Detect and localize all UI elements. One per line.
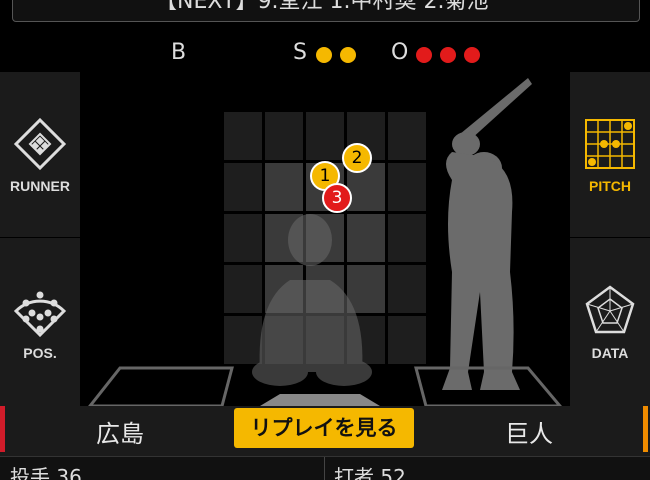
positions-button[interactable]: POS. [0, 239, 80, 405]
away-team-name[interactable]: 巨人 [505, 414, 553, 449]
stats-row: 投手 36 打者 52 [0, 456, 650, 480]
pitch-marker[interactable]: 2 [342, 143, 372, 173]
left-panel: RUNNER POS. [0, 72, 80, 406]
pitch-marker[interactable]: 3 [322, 183, 352, 213]
strike-zone-graphic [88, 78, 562, 406]
pitch-zone-view: 1 2 3 [80, 72, 570, 406]
field-positions-icon [13, 291, 67, 338]
count-display: B S O [0, 40, 650, 68]
out-indicator [416, 47, 432, 63]
outs-label: O [391, 40, 409, 65]
radar-chart-icon [585, 285, 635, 334]
batter-silhouette [442, 78, 532, 390]
pitch-number: 2 [351, 148, 363, 168]
positions-label: POS. [23, 345, 57, 361]
right-panel: PITCH DATA [570, 72, 650, 406]
out-indicator [440, 47, 456, 63]
replay-button[interactable]: リプレイを見る [234, 408, 414, 448]
pitch-button[interactable]: PITCH [570, 72, 650, 238]
next-batters-text: 【NEXT】9.堂江 1.中村奨 2.菊池 [155, 0, 489, 14]
runner-label: RUNNER [10, 177, 70, 194]
pitch-label: PITCH [589, 177, 631, 194]
balls-label: B [171, 40, 187, 65]
data-button[interactable]: DATA [570, 239, 650, 405]
pitch-number: 1 [319, 166, 331, 186]
strike-indicator [340, 47, 356, 63]
pitch-grid-icon [585, 118, 635, 169]
runner-button[interactable]: RUNNER [0, 72, 80, 238]
strikes-label: S [293, 40, 307, 65]
home-team-accent [0, 406, 5, 452]
next-batters-bar: 【NEXT】9.堂江 1.中村奨 2.菊池 [12, 0, 640, 22]
out-indicator [464, 47, 480, 63]
pitch-number: 3 [331, 188, 343, 208]
baseball-diamond-icon [13, 117, 67, 170]
batter-stat: 打者 52 [334, 465, 406, 480]
pitcher-stat: 投手 36 [10, 465, 82, 480]
away-team-accent [643, 406, 648, 452]
stats-divider [324, 457, 325, 480]
strike-indicator [316, 47, 332, 63]
home-team-name[interactable]: 広島 [96, 414, 144, 449]
data-label: DATA [591, 345, 629, 361]
